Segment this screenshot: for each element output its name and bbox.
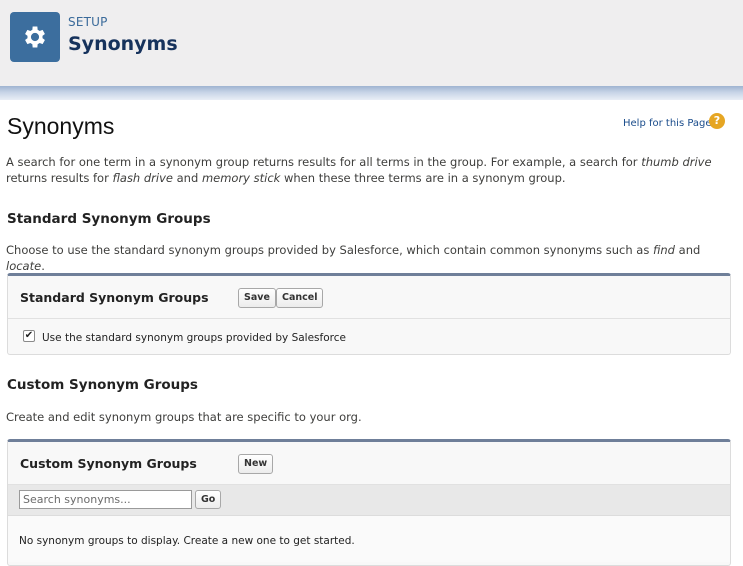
search-row: Go	[8, 485, 730, 516]
cancel-button[interactable]: Cancel	[276, 288, 324, 308]
go-button[interactable]: Go	[195, 490, 222, 509]
help-link[interactable]: Help for this Page	[623, 118, 712, 129]
page-description: A search for one term in a synonym group…	[6, 155, 712, 185]
page-title: Synonyms	[7, 113, 115, 139]
use-standard-groups-checkbox[interactable]: ✔	[23, 330, 35, 342]
custom-synonym-panel: Custom Synonym Groups New Go No synonym …	[7, 439, 731, 566]
standard-panel-header: Standard Synonym Groups Save Cancel	[8, 276, 730, 319]
empty-state-row: No synonym groups to display. Create a n…	[8, 516, 730, 562]
standard-synonym-panel: Standard Synonym Groups Save Cancel ✔ Us…	[7, 273, 731, 355]
empty-state-text: No synonym groups to display. Create a n…	[19, 535, 355, 547]
custom-panel-title: Custom Synonym Groups	[20, 456, 197, 471]
setup-title: Synonyms	[68, 33, 178, 55]
gear-icon	[10, 12, 60, 62]
header-band	[0, 86, 743, 100]
help-icon[interactable]: ?	[709, 113, 725, 129]
use-standard-groups-label: Use the standard synonym groups provided…	[42, 332, 346, 344]
save-button[interactable]: Save	[238, 288, 276, 308]
setup-header: SETUP Synonyms	[0, 0, 743, 86]
custom-section-heading: Custom Synonym Groups	[7, 377, 198, 393]
standard-checkbox-row: ✔ Use the standard synonym groups provid…	[8, 319, 730, 353]
search-input[interactable]	[19, 490, 192, 509]
custom-panel-header: Custom Synonym Groups New	[8, 442, 730, 485]
standard-panel-title: Standard Synonym Groups	[20, 290, 209, 305]
custom-section-description: Create and edit synonym groups that are …	[6, 410, 362, 424]
new-button[interactable]: New	[238, 454, 274, 474]
standard-section-heading: Standard Synonym Groups	[7, 211, 211, 227]
standard-section-description: Choose to use the standard synonym group…	[6, 243, 701, 273]
setup-eyebrow: SETUP	[68, 15, 108, 29]
